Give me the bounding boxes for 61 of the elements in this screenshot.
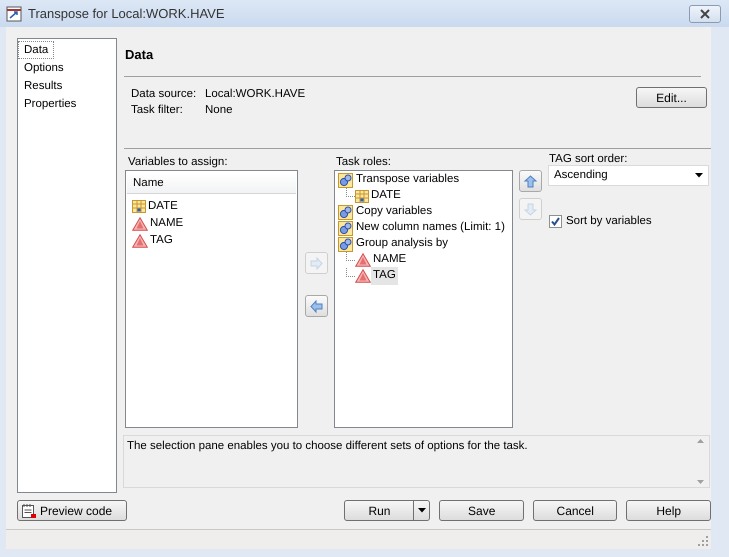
- role-variable-item[interactable]: NAME: [371, 251, 408, 269]
- help-text: The selection pane enables you to choose different sets of options for the task.: [127, 440, 528, 452]
- table-icon: [355, 190, 369, 202]
- sidebar-item[interactable]: Options: [18, 59, 70, 77]
- field-value: Local:WORK.HAVE: [205, 88, 306, 100]
- sidebar-item[interactable]: Properties: [18, 95, 82, 113]
- list-label: Variables to assign:: [127, 155, 229, 170]
- caret-icon: [418, 508, 426, 513]
- role-item[interactable]: Transpose variables: [356, 171, 460, 189]
- arrow-down-icon: [523, 202, 538, 216]
- role-icon: [338, 236, 353, 252]
- scroll-down-icon: [697, 480, 704, 484]
- arrow-right-icon: [308, 256, 324, 270]
- dropdown-button[interactable]: [414, 500, 430, 521]
- role-item[interactable]: New column names (Limit: 1): [356, 219, 505, 237]
- variable-item[interactable]: TAG: [150, 232, 173, 250]
- field-label: Data source:: [131, 88, 196, 100]
- role-icon: [338, 220, 353, 236]
- role-variable-item[interactable]: TAG: [371, 267, 398, 285]
- checkbox-label[interactable]: Sort by variables: [566, 213, 652, 230]
- edit-button[interactable]: Edit...: [636, 87, 707, 108]
- arrow-left-icon: [308, 298, 324, 314]
- sidebar-item[interactable]: Data: [18, 41, 54, 59]
- warning-triangle-icon: [355, 269, 371, 283]
- role-item[interactable]: Copy variables: [356, 203, 432, 221]
- variable-item[interactable]: DATE: [148, 198, 178, 216]
- task-icon: [6, 6, 22, 22]
- close-button[interactable]: [689, 4, 721, 22]
- move-button[interactable]: [304, 295, 328, 317]
- dialog-button[interactable]: Help: [626, 500, 711, 521]
- list-label: Task roles:: [335, 155, 392, 170]
- close-icon: [699, 8, 711, 18]
- role-icon: [338, 204, 353, 220]
- window-title: Transpose for Local:WORK.HAVE: [28, 4, 225, 23]
- sidebar-item[interactable]: Results: [18, 77, 68, 95]
- role-icon: [338, 172, 353, 188]
- role-item[interactable]: Group analysis by: [356, 235, 448, 253]
- field-label: TAG sort order:: [548, 155, 628, 164]
- resize-grip-icon: [698, 536, 709, 547]
- scroll-up-icon: [697, 439, 704, 443]
- arrow-up-icon: [523, 174, 538, 188]
- dialog-button[interactable]: Cancel: [532, 500, 618, 521]
- variable-item[interactable]: NAME: [150, 214, 184, 232]
- notepad-icon: [21, 502, 37, 518]
- dropdown-value: Ascending: [554, 168, 608, 183]
- field-label: Task filter:: [131, 104, 183, 116]
- dialog-button[interactable]: Save: [439, 500, 524, 521]
- warning-triangle-icon: [132, 234, 148, 248]
- page-heading: Data: [125, 47, 154, 62]
- caret-icon: [695, 173, 703, 178]
- table-icon: [132, 200, 146, 213]
- order-button[interactable]: [519, 170, 542, 192]
- check-icon: [551, 217, 560, 226]
- role-variable-item[interactable]: DATE: [369, 187, 403, 205]
- warning-triangle-icon: [355, 253, 371, 267]
- field-value: None: [205, 104, 232, 116]
- sort-order-dropdown[interactable]: Ascending: [548, 165, 709, 186]
- checkbox[interactable]: [549, 215, 562, 228]
- warning-triangle-icon: [132, 216, 148, 230]
- run-button[interactable]: Run: [344, 500, 414, 521]
- preview-code-button[interactable]: Preview code: [17, 500, 128, 521]
